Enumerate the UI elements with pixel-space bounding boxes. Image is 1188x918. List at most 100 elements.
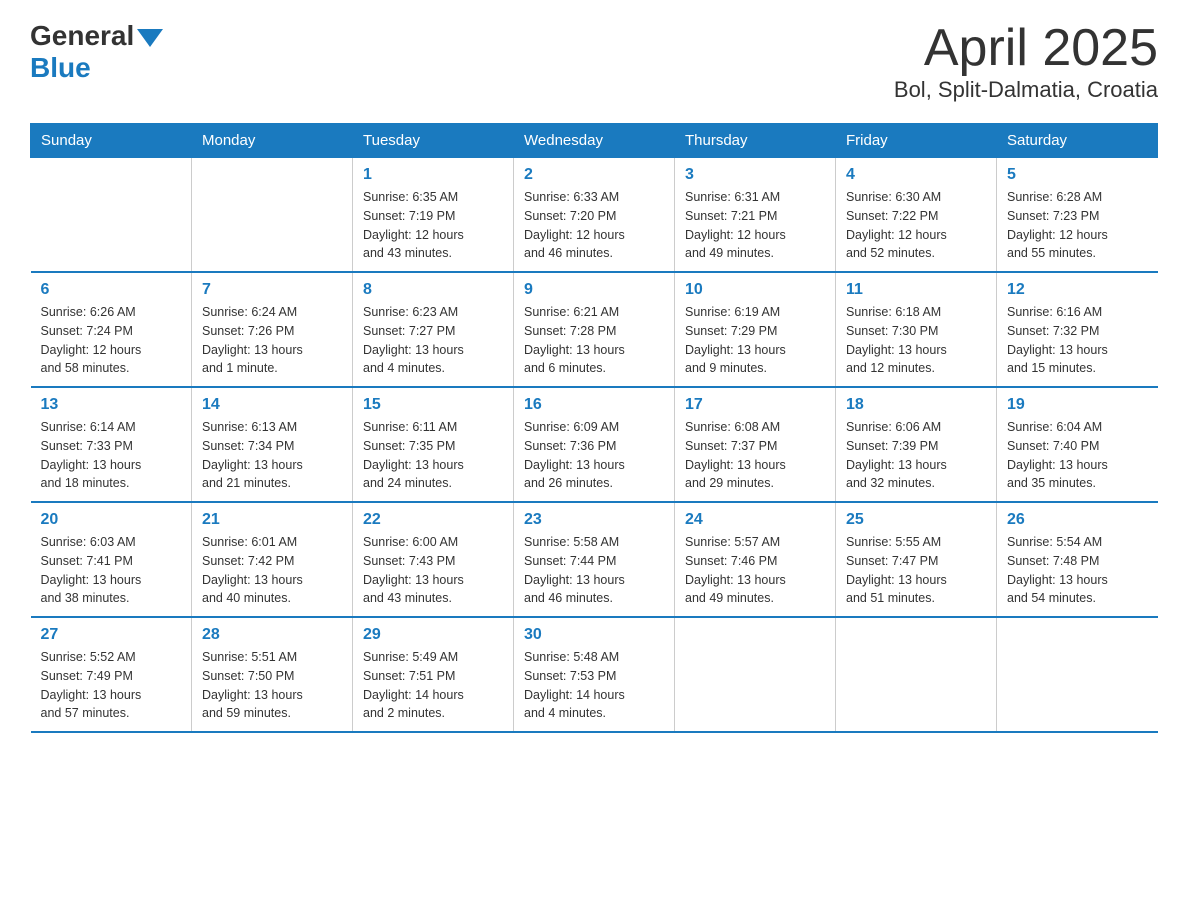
day-info: Sunrise: 6:26 AM Sunset: 7:24 PM Dayligh… <box>41 303 182 378</box>
day-info: Sunrise: 6:24 AM Sunset: 7:26 PM Dayligh… <box>202 303 342 378</box>
calendar-day-cell: 2 Sunrise: 6:33 AM Sunset: 7:20 PM Daylig… <box>514 158 675 273</box>
page-subtitle: Bol, Split-Dalmatia, Croatia <box>894 77 1158 103</box>
calendar-day-cell: 13Sunrise: 6:14 AM Sunset: 7:33 PM Dayli… <box>31 387 192 502</box>
calendar-week-row: 20 Sunrise: 6:03 AM Sunset: 7:41 PM Dayli… <box>31 502 1158 617</box>
calendar-day-cell: 7Sunrise: 6:24 AM Sunset: 7:26 PM Daylig… <box>192 272 353 387</box>
day-number: 26 <box>1007 511 1148 529</box>
calendar-week-row: 6 Sunrise: 6:26 AM Sunset: 7:24 PM Daylig… <box>31 272 1158 387</box>
day-number: 29 <box>363 626 503 644</box>
day-info: Sunrise: 5:49 AM Sunset: 7:51 PM Dayligh… <box>363 648 503 723</box>
calendar-day-cell: 4 Sunrise: 6:30 AM Sunset: 7:22 PM Daylig… <box>836 158 997 273</box>
calendar-day-cell: 6 Sunrise: 6:26 AM Sunset: 7:24 PM Daylig… <box>31 272 192 387</box>
calendar-day-cell: 19 Sunrise: 6:04 AM Sunset: 7:40 PM Dayli… <box>997 387 1158 502</box>
title-block: April 2025 Bol, Split-Dalmatia, Croatia <box>894 20 1158 103</box>
day-info: Sunrise: 5:48 AM Sunset: 7:53 PM Dayligh… <box>524 648 664 723</box>
day-info: Sunrise: 5:51 AM Sunset: 7:50 PM Dayligh… <box>202 648 342 723</box>
day-info: Sunrise: 6:19 AM Sunset: 7:29 PM Dayligh… <box>685 303 825 378</box>
day-number: 23 <box>524 511 664 529</box>
calendar-day-header: Saturday <box>997 124 1158 158</box>
day-number: 4 <box>846 166 986 184</box>
page-title: April 2025 <box>894 20 1158 77</box>
day-info: Sunrise: 6:35 AM Sunset: 7:19 PM Dayligh… <box>363 188 503 263</box>
day-number: 14 <box>202 396 342 414</box>
day-info: Sunrise: 5:52 AM Sunset: 7:49 PM Dayligh… <box>41 648 182 723</box>
day-number: 22 <box>363 511 503 529</box>
calendar-day-header: Wednesday <box>514 124 675 158</box>
day-info: Sunrise: 5:54 AM Sunset: 7:48 PM Dayligh… <box>1007 533 1148 608</box>
day-info: Sunrise: 6:04 AM Sunset: 7:40 PM Dayligh… <box>1007 418 1148 493</box>
calendar-day-cell <box>997 617 1158 732</box>
day-number: 28 <box>202 626 342 644</box>
day-info: Sunrise: 6:30 AM Sunset: 7:22 PM Dayligh… <box>846 188 986 263</box>
day-info: Sunrise: 6:11 AM Sunset: 7:35 PM Dayligh… <box>363 418 503 493</box>
day-info: Sunrise: 6:21 AM Sunset: 7:28 PM Dayligh… <box>524 303 664 378</box>
calendar-week-row: 27 Sunrise: 5:52 AM Sunset: 7:49 PM Dayli… <box>31 617 1158 732</box>
day-number: 13 <box>41 396 182 414</box>
day-number: 5 <box>1007 166 1148 184</box>
calendar-day-header: Tuesday <box>353 124 514 158</box>
day-info: Sunrise: 6:06 AM Sunset: 7:39 PM Dayligh… <box>846 418 986 493</box>
day-info: Sunrise: 6:13 AM Sunset: 7:34 PM Dayligh… <box>202 418 342 493</box>
day-info: Sunrise: 6:09 AM Sunset: 7:36 PM Dayligh… <box>524 418 664 493</box>
day-info: Sunrise: 6:03 AM Sunset: 7:41 PM Dayligh… <box>41 533 182 608</box>
day-number: 1 <box>363 166 503 184</box>
calendar-day-header: Sunday <box>31 124 192 158</box>
calendar-day-cell: 12 Sunrise: 6:16 AM Sunset: 7:32 PM Dayli… <box>997 272 1158 387</box>
calendar-day-cell: 26 Sunrise: 5:54 AM Sunset: 7:48 PM Dayli… <box>997 502 1158 617</box>
calendar-day-cell: 15 Sunrise: 6:11 AM Sunset: 7:35 PM Dayli… <box>353 387 514 502</box>
calendar-day-cell: 22 Sunrise: 6:00 AM Sunset: 7:43 PM Dayli… <box>353 502 514 617</box>
day-info: Sunrise: 6:00 AM Sunset: 7:43 PM Dayligh… <box>363 533 503 608</box>
day-number: 11 <box>846 281 986 299</box>
day-number: 12 <box>1007 281 1148 299</box>
calendar-day-cell: 16Sunrise: 6:09 AM Sunset: 7:36 PM Dayli… <box>514 387 675 502</box>
calendar-week-row: 13Sunrise: 6:14 AM Sunset: 7:33 PM Dayli… <box>31 387 1158 502</box>
day-number: 21 <box>202 511 342 529</box>
day-info: Sunrise: 5:57 AM Sunset: 7:46 PM Dayligh… <box>685 533 825 608</box>
calendar-week-row: 1 Sunrise: 6:35 AM Sunset: 7:19 PM Daylig… <box>31 158 1158 273</box>
calendar-day-cell: 11 Sunrise: 6:18 AM Sunset: 7:30 PM Dayli… <box>836 272 997 387</box>
day-number: 24 <box>685 511 825 529</box>
day-number: 19 <box>1007 396 1148 414</box>
day-number: 17 <box>685 396 825 414</box>
calendar-day-cell: 3Sunrise: 6:31 AM Sunset: 7:21 PM Daylig… <box>675 158 836 273</box>
calendar-day-cell: 24 Sunrise: 5:57 AM Sunset: 7:46 PM Dayli… <box>675 502 836 617</box>
calendar-day-cell: 1 Sunrise: 6:35 AM Sunset: 7:19 PM Daylig… <box>353 158 514 273</box>
day-info: Sunrise: 5:55 AM Sunset: 7:47 PM Dayligh… <box>846 533 986 608</box>
day-info: Sunrise: 6:01 AM Sunset: 7:42 PM Dayligh… <box>202 533 342 608</box>
calendar-day-cell: 21 Sunrise: 6:01 AM Sunset: 7:42 PM Dayli… <box>192 502 353 617</box>
logo: General Blue <box>30 20 163 84</box>
logo-blue-text: Blue <box>30 52 91 83</box>
calendar-day-cell: 18Sunrise: 6:06 AM Sunset: 7:39 PM Dayli… <box>836 387 997 502</box>
calendar-day-cell: 9 Sunrise: 6:21 AM Sunset: 7:28 PM Daylig… <box>514 272 675 387</box>
day-info: Sunrise: 6:31 AM Sunset: 7:21 PM Dayligh… <box>685 188 825 263</box>
calendar-day-cell: 20 Sunrise: 6:03 AM Sunset: 7:41 PM Dayli… <box>31 502 192 617</box>
day-info: Sunrise: 6:16 AM Sunset: 7:32 PM Dayligh… <box>1007 303 1148 378</box>
day-number: 15 <box>363 396 503 414</box>
calendar-day-header: Monday <box>192 124 353 158</box>
day-number: 20 <box>41 511 182 529</box>
day-number: 6 <box>41 281 182 299</box>
day-number: 27 <box>41 626 182 644</box>
calendar-day-cell <box>675 617 836 732</box>
day-info: Sunrise: 6:18 AM Sunset: 7:30 PM Dayligh… <box>846 303 986 378</box>
calendar-day-cell: 25 Sunrise: 5:55 AM Sunset: 7:47 PM Dayli… <box>836 502 997 617</box>
day-number: 2 <box>524 166 664 184</box>
calendar-day-cell <box>836 617 997 732</box>
calendar-table: SundayMondayTuesdayWednesdayThursdayFrid… <box>30 123 1158 733</box>
page-header: General Blue April 2025 Bol, Split-Dalma… <box>30 20 1158 103</box>
day-info: Sunrise: 6:33 AM Sunset: 7:20 PM Dayligh… <box>524 188 664 263</box>
logo-general-text: General <box>30 20 134 52</box>
calendar-day-cell: 29 Sunrise: 5:49 AM Sunset: 7:51 PM Dayli… <box>353 617 514 732</box>
day-info: Sunrise: 6:23 AM Sunset: 7:27 PM Dayligh… <box>363 303 503 378</box>
calendar-day-cell: 10 Sunrise: 6:19 AM Sunset: 7:29 PM Dayli… <box>675 272 836 387</box>
calendar-day-cell <box>192 158 353 273</box>
calendar-day-cell: 30 Sunrise: 5:48 AM Sunset: 7:53 PM Dayli… <box>514 617 675 732</box>
day-number: 30 <box>524 626 664 644</box>
day-number: 10 <box>685 281 825 299</box>
day-number: 25 <box>846 511 986 529</box>
logo-triangle-icon <box>137 29 163 47</box>
calendar-day-cell: 8Sunrise: 6:23 AM Sunset: 7:27 PM Daylig… <box>353 272 514 387</box>
day-info: Sunrise: 6:08 AM Sunset: 7:37 PM Dayligh… <box>685 418 825 493</box>
day-number: 9 <box>524 281 664 299</box>
calendar-header-row: SundayMondayTuesdayWednesdayThursdayFrid… <box>31 124 1158 158</box>
